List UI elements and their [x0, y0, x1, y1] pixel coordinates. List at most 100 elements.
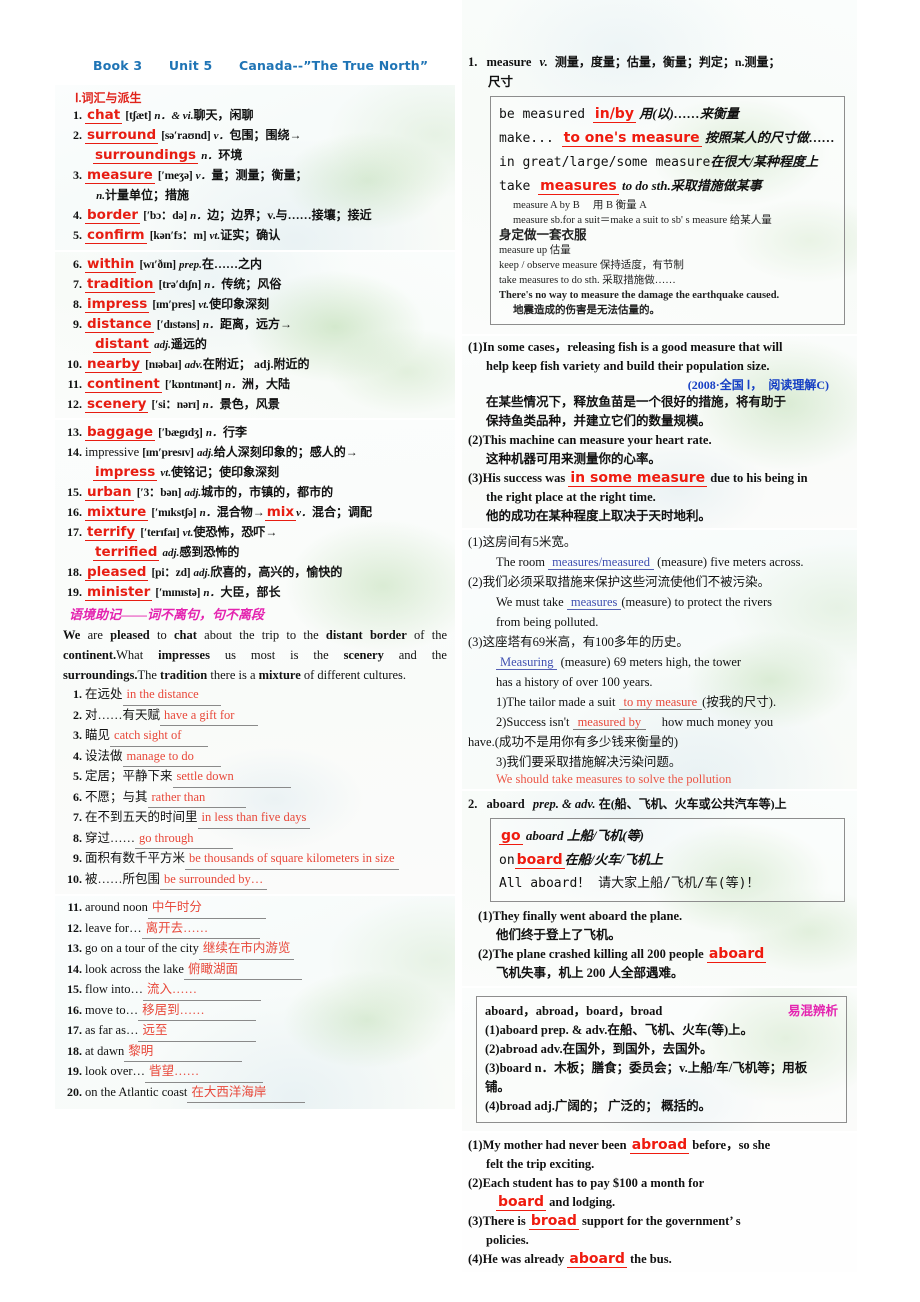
phrase-row: 17. as far as… 远至: [61, 1021, 451, 1042]
exercise-prompt: (1)这房间有5米宽。: [468, 535, 577, 549]
phrase-index: 9.: [73, 851, 82, 865]
phrase-answer[interactable]: settle down: [172, 767, 291, 788]
vocab-meaning: 距离，远方→: [219, 317, 292, 331]
phrase-answer[interactable]: in the distance: [122, 685, 221, 706]
phrase-index: 3.: [73, 728, 82, 742]
usage-text: All aboard！ 请大家上船/飞机/车(等)！: [499, 876, 760, 891]
sub-exercise-blank[interactable]: to my measure: [618, 695, 703, 710]
compare-item: (4)broad adj.广阔的； 广泛的； 概括的。: [485, 1099, 712, 1113]
phrase-row: 14. look across the lake 俯瞰湖面: [61, 960, 451, 980]
usage-line: take measures to do sth.采取措施做某事: [499, 174, 836, 198]
vocab-row: 14. impressive [ɪm′presɪv] adj.给人深刻印象的；感人…: [61, 443, 451, 463]
entry1-examples-panel: (1)In some cases，releasing fish is a goo…: [462, 336, 857, 528]
entry2-example-list: (1)They finally went aboard the plane. 他们…: [468, 907, 851, 983]
usage-line: go aboard 上船/飞机(等): [499, 824, 836, 848]
phrase-answer[interactable]: 黎明: [124, 1042, 243, 1062]
final-exercise-list: (1)My mother had never been abroad befor…: [468, 1136, 851, 1269]
phrase-row: 9. 面积有数千平方米 be thousands of square kilomet…: [61, 849, 451, 870]
exercise-answer-cont: from being polluted.: [496, 615, 599, 629]
vocab-meaning: 景色，风景: [219, 397, 280, 411]
example-block: (3)His success was in some measure due t…: [468, 469, 851, 526]
entry1-usage-lines: be measured in/by 用(以)……来衡量 make... to on…: [499, 102, 836, 198]
compare-item: 铺。: [485, 1080, 511, 1094]
vocab-word: surroundings: [93, 147, 199, 164]
exercise-blank[interactable]: measures: [566, 595, 622, 610]
vocab-panel-1: Ⅰ.词汇与派生 1. chat [tʃæt] n．& vi.聊天，闲聊 2. surr…: [55, 85, 455, 250]
vocab-meaning: 大臣，部长: [220, 585, 281, 599]
final-exercise-blank[interactable]: board: [496, 1194, 547, 1211]
vocab-partofspeech: n．: [203, 587, 221, 599]
phrase-answer[interactable]: 俯瞰湖面: [183, 960, 302, 980]
phrase-list-part2: 11. around noon 中午时分 12. leave for… 离开去…… 13. g…: [61, 898, 451, 1103]
phrase-answer[interactable]: 远至: [138, 1021, 257, 1042]
phrase-answer[interactable]: in less than five days: [197, 808, 311, 829]
phrase-answer[interactable]: 在大西洋海岸: [187, 1083, 306, 1103]
confusable-words-box: 易混辨析 aboard，abroad，board，broad (1)aboard…: [476, 996, 847, 1123]
usage-keyword: board: [514, 852, 565, 869]
phrase-cue: 对……有天赋: [85, 707, 161, 722]
example-english: (3)His success was in some measure due t…: [468, 470, 808, 487]
exercise-blank[interactable]: measures/measured: [548, 555, 654, 570]
usage-note: There's no way to measure the damage the…: [499, 290, 780, 301]
vocab-phonetic: [′si：nərɪ]: [151, 399, 200, 411]
vocab-index: 17.: [67, 525, 82, 539]
vocab-word: measure: [85, 167, 155, 184]
vocab-word: baggage: [85, 424, 156, 441]
exercise-answer-line: Measuring (measure) 69 meters high, the …: [468, 652, 851, 672]
vocab-meaning: 在附近； adj.附近的: [202, 357, 310, 371]
final-exercise-blank[interactable]: abroad: [629, 1137, 690, 1154]
phrase-index: 18.: [67, 1043, 82, 1058]
phrase-answer[interactable]: be surrounded by…: [160, 870, 268, 890]
phrase-answer[interactable]: manage to do: [122, 747, 221, 767]
vocab-partofspeech: adj.: [193, 567, 211, 579]
sub-exercise-blank[interactable]: measured by: [572, 715, 647, 730]
phrase-cue: 设法做: [85, 748, 123, 763]
vocab-partofspeech: n．: [202, 399, 220, 411]
vocab-meaning: 洲，大陆: [241, 377, 290, 391]
usage-note: keep / observe measure 保持适度，有节制: [499, 260, 684, 271]
usage-line: All aboard！ 请大家上船/飞机/车(等)！: [499, 872, 836, 895]
vocab-row: 10. nearby [nɪəbaɪ] adv.在附近； adj.附近的: [61, 355, 451, 375]
example-block: (2)The plane crashed killing all 200 peo…: [468, 945, 851, 983]
phrase-answer[interactable]: catch sight of: [110, 726, 209, 747]
exercise-label: (1): [468, 535, 483, 549]
vocab-partofspeech: prep.: [179, 259, 202, 271]
phrase-answer[interactable]: 眥望……: [145, 1062, 264, 1083]
vocab-row: 19. minister [′mɪnɪstə] n．大臣，部长: [61, 583, 451, 603]
phrase-row: 5. 定居；平静下来 settle down: [61, 767, 451, 788]
vocab-phonetic: [tʃæt]: [125, 110, 152, 122]
vocab-row: 15. urban [′3：bən] adj.城市的，市镇的，都市的: [61, 483, 451, 503]
final-exercise-blank[interactable]: aboard: [567, 1251, 627, 1268]
phrase-answer[interactable]: rather than: [147, 788, 246, 808]
phrase-answer[interactable]: be thousands of square kilometers in siz…: [185, 849, 399, 870]
vocab-word: tradition: [85, 276, 156, 293]
vocab-word: urban: [85, 484, 134, 501]
final-exercise-blank[interactable]: broad: [528, 1213, 579, 1230]
sub-exercise-label: 2): [496, 715, 507, 729]
phrase-answer[interactable]: 继续在市内游览: [198, 939, 295, 960]
compare-title: aboard，abroad，board，broad: [485, 1004, 663, 1018]
example-english: (2)The plane crashed killing all 200 peo…: [478, 946, 767, 963]
phrase-answer[interactable]: have a gift for: [160, 706, 259, 726]
phrase-answer[interactable]: 中午时分: [147, 898, 266, 919]
vocab-row: 5. confirm [kən′fɜ：m] vt.证实；确认: [61, 226, 451, 246]
exercise-blank[interactable]: Measuring: [496, 655, 558, 670]
example-highlight: in some measure: [568, 470, 708, 487]
phrase-index: 2.: [73, 707, 82, 722]
phrase-answer[interactable]: 流入……: [142, 980, 261, 1001]
vocab-word: pleased: [85, 564, 149, 581]
phrase-answer[interactable]: 移居到……: [138, 1001, 257, 1021]
sub-exercise-answer[interactable]: We should take measures to solve the pol…: [468, 772, 851, 787]
example-block: (1)They finally went aboard the plane. 他们…: [468, 907, 851, 945]
phrase-row: 6. 不愿；与其 rather than: [61, 788, 451, 808]
phrase-answer[interactable]: go through: [135, 829, 234, 849]
vocab-index: 18.: [67, 565, 82, 579]
exercise-answer-line: The room measures/measured (measure) fiv…: [496, 555, 804, 570]
vocab-index: 16.: [67, 505, 82, 519]
phrase-cue: around noon: [85, 900, 148, 914]
exercise-prompt: (3)这座塔有69米高，有100多年的历史。: [468, 635, 689, 649]
final-exercise-line2: policies.: [486, 1233, 529, 1247]
phrase-answer[interactable]: 离开去……: [141, 919, 260, 939]
usage-keyword: to one's measure: [561, 130, 702, 147]
final-exercise-line2: board and lodging.: [496, 1194, 616, 1211]
